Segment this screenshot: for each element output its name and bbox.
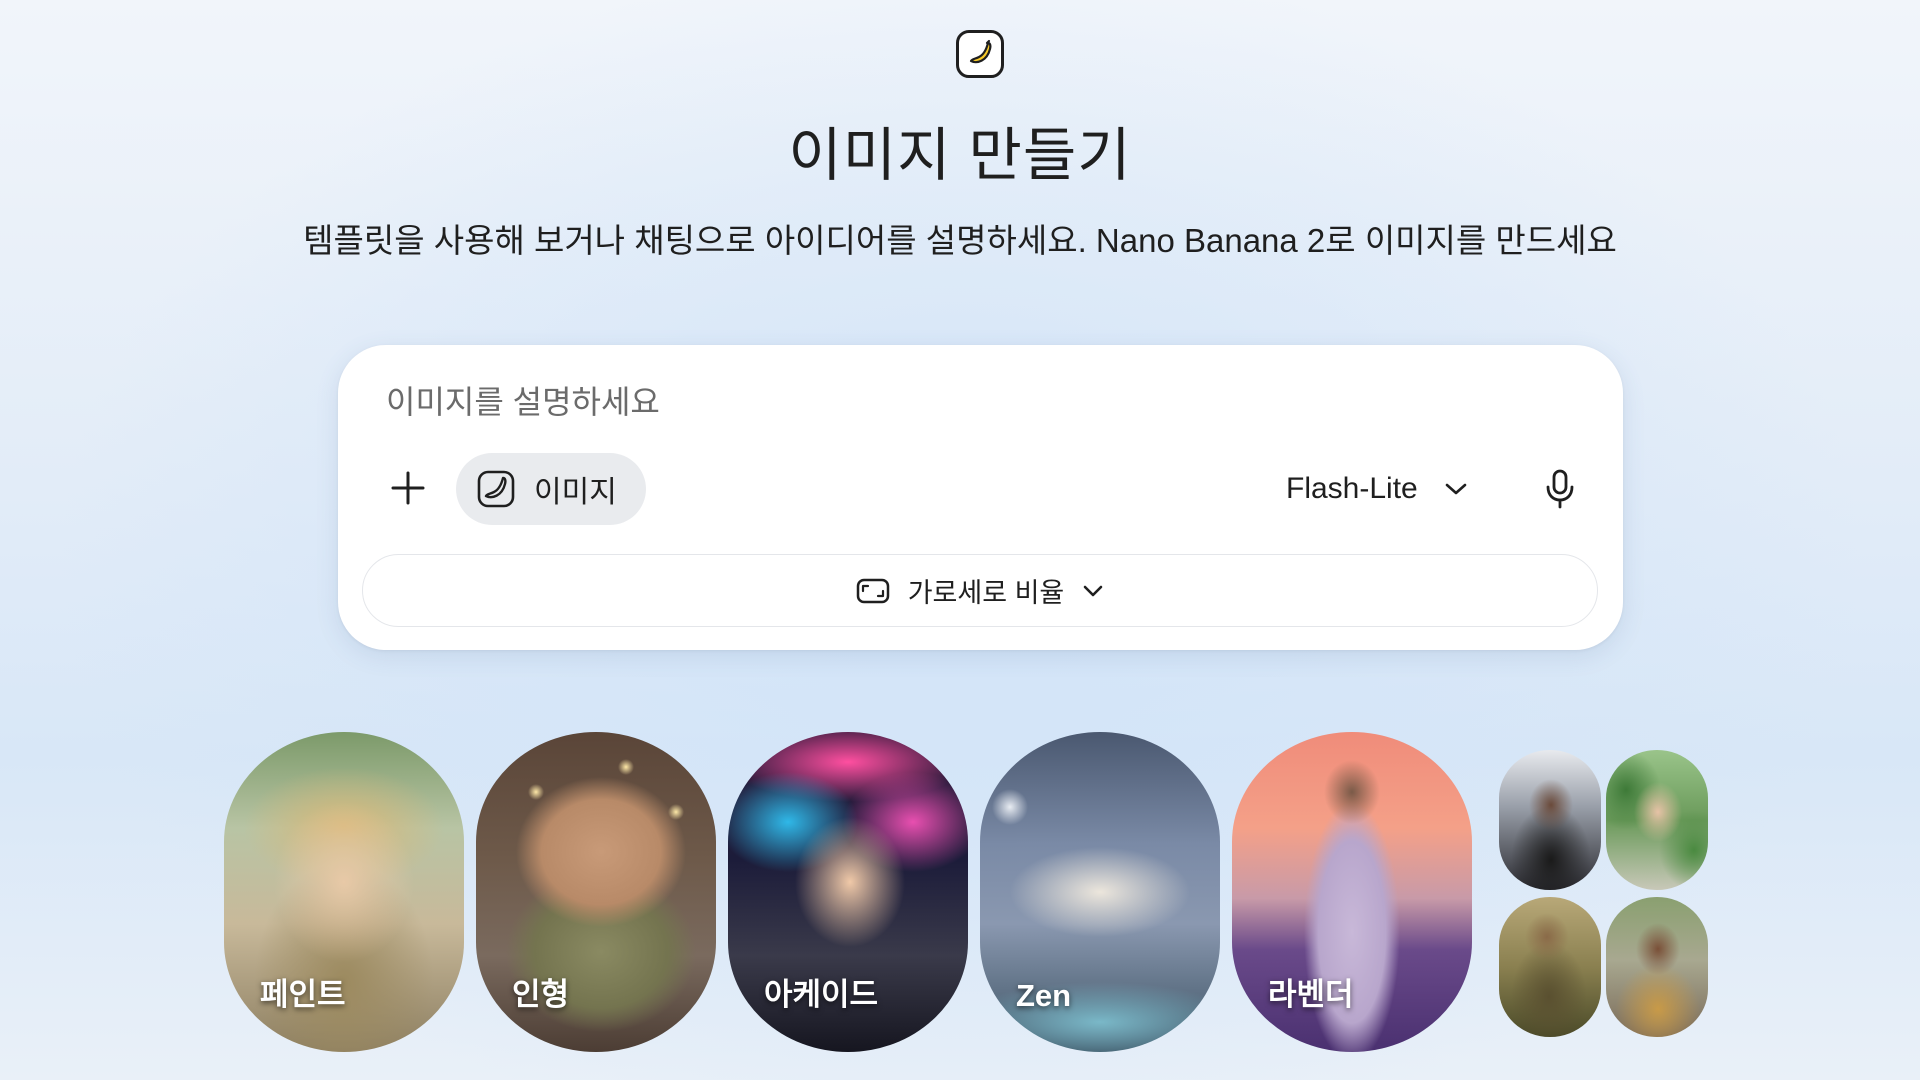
chevron-down-icon <box>1083 585 1103 596</box>
aspect-ratio-selector[interactable]: 가로세로 비율 <box>362 554 1598 627</box>
template-thumbnail-portrait[interactable] <box>1606 897 1708 1037</box>
aspect-ratio-icon <box>856 578 889 603</box>
template-card-lavender[interactable]: 라벤더 <box>1232 732 1472 1052</box>
template-card-arcade[interactable]: 아케이드 <box>728 732 968 1052</box>
aspect-ratio-label: 가로세로 비율 <box>907 578 1065 608</box>
model-selector-label: Flash-Lite <box>1286 472 1418 505</box>
template-thumbnail-warrior[interactable] <box>1499 897 1601 1037</box>
template-card-label: Zen <box>1016 978 1072 1013</box>
template-card-doll[interactable]: 인형 <box>476 732 716 1052</box>
microphone-icon <box>1546 469 1574 509</box>
model-selector[interactable]: Flash-Lite <box>1286 461 1468 517</box>
template-card-paint[interactable]: 페인트 <box>224 732 464 1052</box>
image-tool-chip-label: 이미지 <box>534 476 617 509</box>
microphone-button[interactable] <box>1536 463 1584 515</box>
prompt-input[interactable] <box>386 380 1566 424</box>
template-card-label: 아케이드 <box>764 977 879 1012</box>
template-card-label: 인형 <box>512 977 570 1012</box>
template-card-label: 라벤더 <box>1268 977 1354 1012</box>
add-button[interactable] <box>382 462 434 514</box>
template-thumbnail-fashion[interactable] <box>1499 750 1601 890</box>
banana-logo-icon <box>956 30 1004 78</box>
prompt-composer: 이미지 Flash-Lite 가로세로 비율 <box>338 345 1623 650</box>
template-thumbnail-plant[interactable] <box>1606 750 1708 890</box>
template-card-label: 페인트 <box>260 977 346 1012</box>
plus-icon <box>391 471 425 505</box>
template-card-zen[interactable]: Zen <box>980 732 1220 1052</box>
image-tool-chip[interactable]: 이미지 <box>456 453 646 525</box>
page-title: 이미지 만들기 <box>788 123 1132 188</box>
banana-icon <box>476 469 516 509</box>
chevron-down-icon <box>1445 483 1467 495</box>
page-subtitle: 템플릿을 사용해 보거나 채팅으로 아이디어를 설명하세요. Nano Bana… <box>303 222 1617 259</box>
